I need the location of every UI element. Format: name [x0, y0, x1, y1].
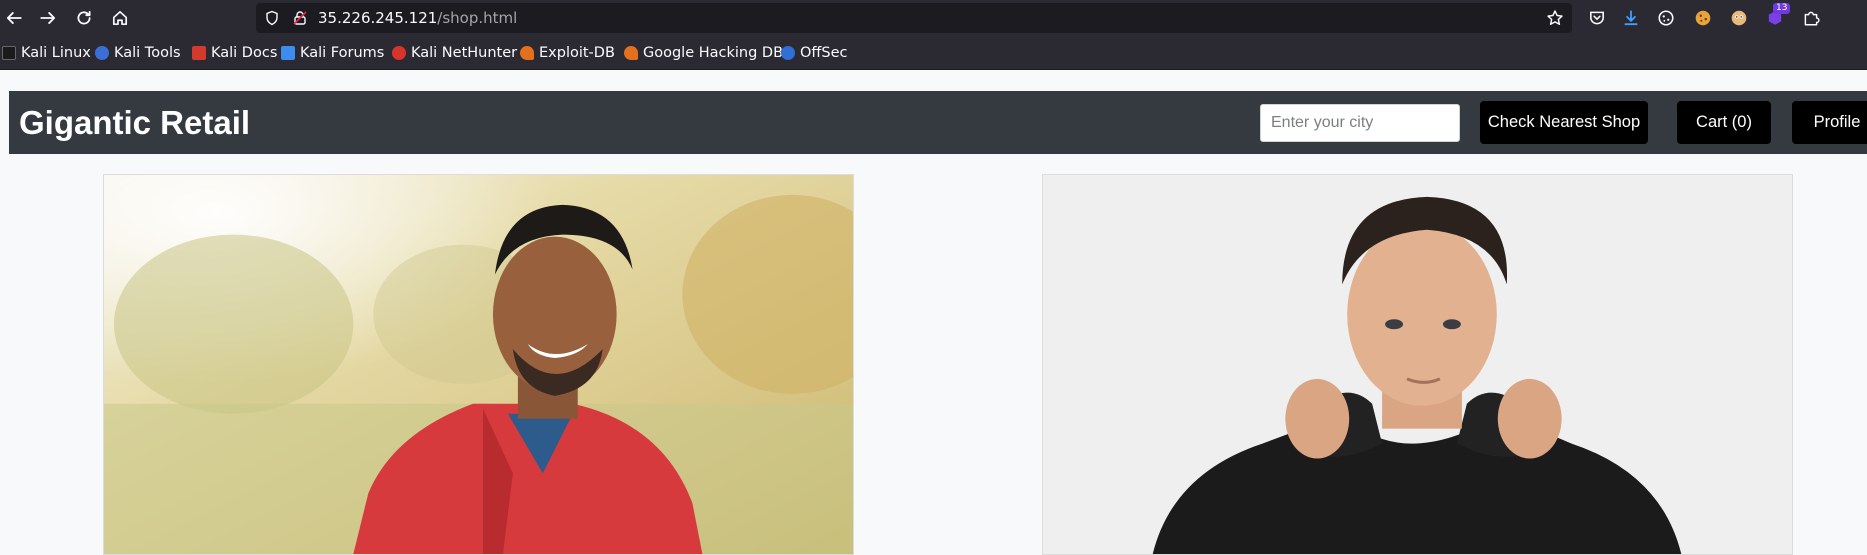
forward-icon[interactable]	[34, 4, 62, 32]
insecure-lock-icon[interactable]	[292, 10, 308, 26]
bookmark-google-hacking-db[interactable]: Google Hacking DB	[624, 44, 783, 62]
bookmark-label: Kali NetHunter	[411, 45, 518, 61]
cookie-editor-icon[interactable]	[1694, 9, 1712, 27]
check-nearest-shop-button[interactable]: Check Nearest Shop	[1480, 101, 1648, 144]
bookmark-label: Exploit-DB	[539, 45, 615, 61]
bookmark-label: Kali Docs	[211, 45, 278, 61]
cookie-extension-icon[interactable]	[1657, 9, 1675, 27]
man-in-red-jacket-photo[interactable]	[104, 175, 853, 554]
url-bar[interactable]: 35.226.245.121/shop.html	[256, 3, 1572, 33]
bookmark-star-icon[interactable]	[1546, 9, 1564, 27]
url-host: 35.226.245.121	[318, 9, 438, 27]
product-card[interactable]	[1042, 174, 1793, 555]
bookmarks-bar: Kali Linux Kali Tools Kali Docs Kali For…	[0, 36, 1867, 70]
product-card[interactable]	[103, 174, 854, 555]
kali-nethunter-icon	[392, 46, 406, 60]
shop-page: Gigantic Retail Check Nearest Shop Cart …	[0, 70, 1867, 555]
bookmark-label: Kali Linux	[21, 45, 91, 61]
kali-forums-icon	[281, 46, 295, 60]
site-title: Gigantic Retail	[19, 104, 251, 141]
wappalyzer-icon[interactable]	[1730, 9, 1748, 27]
app-menu-icon[interactable]	[1838, 9, 1856, 27]
tracking-shield-icon[interactable]	[264, 10, 280, 26]
bookmark-kali-tools[interactable]: Kali Tools	[95, 44, 181, 62]
site-header: Gigantic Retail Check Nearest Shop Cart …	[9, 91, 1867, 154]
kali-dragon-icon	[2, 46, 16, 60]
exploit-db-icon	[520, 46, 534, 60]
home-icon[interactable]	[106, 4, 134, 32]
extensions-puzzle-icon[interactable]	[1802, 9, 1820, 27]
man-in-black-hoodie-photo[interactable]	[1043, 175, 1792, 554]
reload-icon[interactable]	[70, 4, 98, 32]
kali-docs-icon	[192, 46, 206, 60]
bookmark-kali-docs[interactable]: Kali Docs	[192, 44, 277, 62]
offsec-icon	[781, 46, 795, 60]
cart-button[interactable]: Cart (0)	[1677, 101, 1771, 144]
url-text[interactable]: 35.226.245.121/shop.html	[318, 9, 517, 27]
pocket-icon[interactable]	[1588, 9, 1606, 27]
kali-tools-icon	[95, 46, 109, 60]
bookmark-label: Kali Tools	[114, 45, 181, 61]
bookmark-label: Kali Forums	[300, 45, 385, 61]
ghdb-icon	[624, 46, 638, 60]
bookmark-label: OffSec	[800, 45, 848, 61]
bookmark-kali-nethunter[interactable]: Kali NetHunter	[392, 44, 517, 62]
bookmark-label: Google Hacking DB	[643, 45, 784, 61]
profile-button[interactable]: Profile	[1792, 101, 1867, 144]
browser-toolbar: 35.226.245.121/shop.html 13	[0, 0, 1867, 36]
bookmark-offsec[interactable]: OffSec	[781, 44, 848, 62]
back-icon[interactable]	[0, 4, 28, 32]
bookmark-kali-forums[interactable]: Kali Forums	[281, 44, 384, 62]
downloads-icon[interactable]	[1622, 9, 1640, 27]
url-path: /shop.html	[437, 9, 518, 27]
extension-badge: 13	[1773, 3, 1791, 14]
city-input[interactable]	[1260, 104, 1460, 142]
bookmark-exploit-db[interactable]: Exploit-DB	[520, 44, 615, 62]
bookmark-kali-linux[interactable]: Kali Linux	[2, 44, 91, 62]
